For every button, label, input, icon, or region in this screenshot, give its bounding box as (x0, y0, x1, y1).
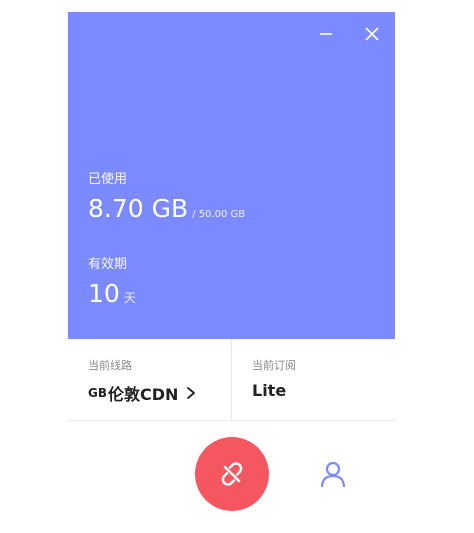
app-window: 已使用 8.70 GB/ 50.00 GB 有效期 10 天 当前线路 GB 伦敦… (0, 0, 474, 533)
total-data-value: / 50.00 GB (192, 209, 246, 220)
current-route-title: 当前线路 (88, 359, 132, 372)
current-subscription-title: 当前订阅 (252, 359, 296, 372)
close-button[interactable] (358, 20, 386, 48)
minimize-icon (320, 33, 332, 35)
days-unit: 天 (123, 291, 136, 305)
usage-panel: 已使用 8.70 GB/ 50.00 GB 有效期 10 天 (68, 12, 395, 339)
unlink-icon (221, 462, 243, 486)
main-card: 已使用 8.70 GB/ 50.00 GB 有效期 10 天 当前线路 GB 伦敦… (68, 12, 395, 421)
current-route-value[interactable]: GB 伦敦CDN (88, 381, 196, 405)
days-value: 10 (88, 279, 120, 308)
usage-value: 8.70 GB/ 50.00 GB (88, 194, 245, 230)
validity-value: 10 天 (88, 279, 136, 313)
usage-label: 已使用 (88, 172, 128, 187)
connect-button[interactable] (195, 437, 269, 511)
subscription-plan: Lite (252, 381, 287, 400)
validity-label: 有效期 (88, 257, 128, 272)
close-icon (365, 27, 379, 41)
minimize-button[interactable] (312, 20, 340, 48)
route-country-code: GB (88, 386, 107, 400)
current-subscription-cell: 当前订阅 Lite (231, 339, 395, 420)
user-icon (320, 461, 346, 488)
user-button[interactable] (316, 457, 350, 491)
chevron-right-icon (186, 386, 196, 400)
used-data-value: 8.70 GB (88, 194, 189, 223)
info-row: 当前线路 GB 伦敦CDN 当前订阅 Lite (68, 339, 395, 421)
route-name: 伦敦CDN (108, 385, 179, 404)
current-route-cell[interactable]: 当前线路 GB 伦敦CDN (68, 339, 231, 420)
